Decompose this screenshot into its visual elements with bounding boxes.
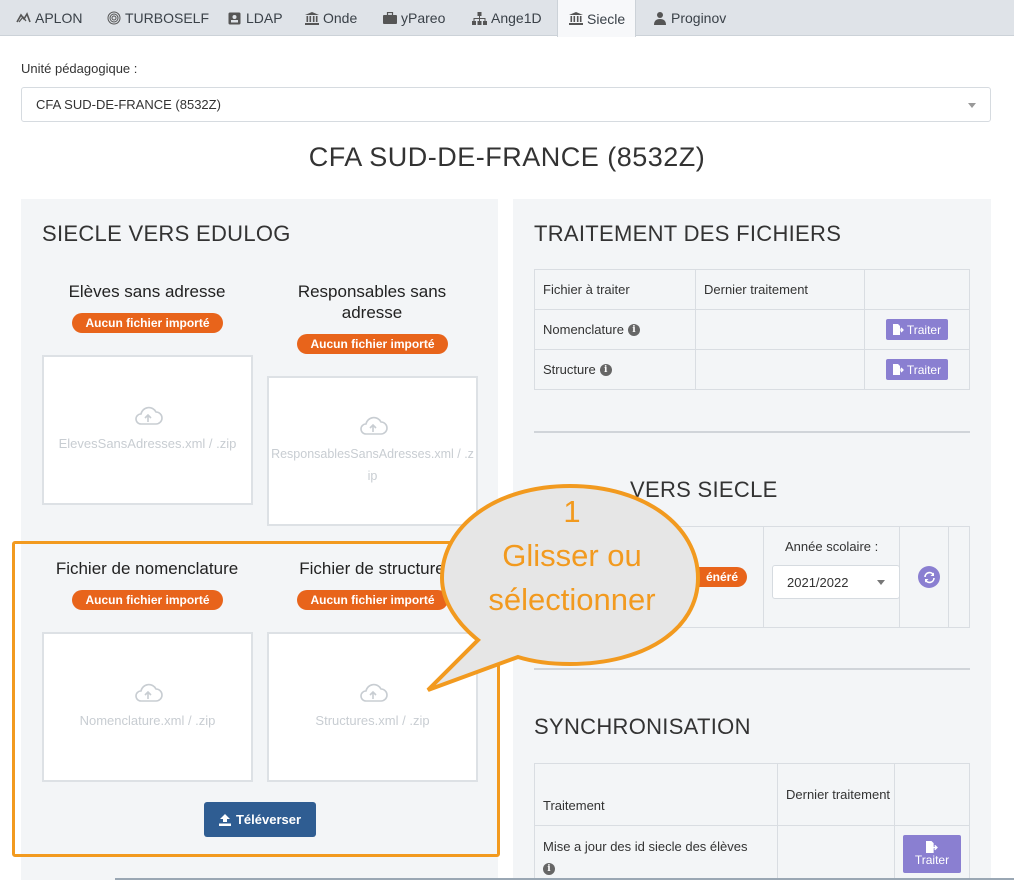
tab-ypareo[interactable]: yPareo: [372, 0, 455, 36]
callout-line1: Glisser ou: [502, 538, 642, 573]
briefcase-icon: [382, 11, 397, 25]
tab-label: Proginov: [671, 10, 727, 26]
tab-label: yPareo: [401, 10, 446, 26]
fingerprint-icon: [106, 11, 121, 25]
table-cell: Traiter: [865, 350, 969, 389]
table-header-row: Fichier à traiter Dernier traitement: [535, 270, 969, 310]
table-cell: [778, 826, 895, 880]
callout-text: 1 Glisser ou sélectionner: [447, 490, 697, 622]
traiter-button[interactable]: Traiter: [886, 319, 948, 340]
chevron-down-icon: [968, 103, 976, 108]
traiter-label: Traiter: [906, 322, 942, 337]
table-cell: Nomenclature i: [535, 310, 696, 349]
institution-icon: [304, 11, 319, 25]
chevron-down-icon: [877, 580, 885, 585]
table-cell: Traiter: [865, 310, 969, 349]
tab-label: Ange1D: [491, 10, 542, 26]
dropzone-text: ElevesSansAdresses.xml / .zip: [58, 436, 237, 451]
table-row: Structure i Traiter: [535, 350, 969, 389]
tab-ange1d[interactable]: Ange1D: [462, 0, 552, 36]
table-cell: [696, 350, 865, 389]
table-header: [865, 270, 969, 309]
table-cell: [696, 310, 865, 349]
tab-label: Siecle: [587, 10, 626, 27]
sitemap-icon: [472, 11, 487, 25]
table-cell: Traiter: [895, 826, 969, 880]
tab-aplon[interactable]: APLON: [6, 0, 92, 36]
table-cell: Mise a jour des id siecle des élèves i: [535, 826, 778, 880]
info-icon[interactable]: i: [627, 323, 640, 336]
tab-label: APLON: [35, 10, 83, 26]
year-label: Année scolaire :: [785, 539, 879, 554]
year-select-value: 2021/2022: [787, 574, 849, 590]
callout-line2: sélectionner: [488, 582, 656, 617]
tab-siecle[interactable]: Siecle: [557, 0, 637, 37]
institution-icon: [568, 12, 583, 26]
column-divider: [763, 527, 764, 627]
traitement-title: TRAITEMENT DES FICHIERS: [534, 221, 842, 246]
module-tabbar: APLON TURBOSELF LDAP Onde yPareo Ange1D: [0, 0, 1014, 37]
status-badge: Aucun fichier importé: [72, 313, 223, 333]
upload-title-responsables: Responsables sans adresse: [297, 282, 447, 322]
traiter-label: Traiter: [906, 362, 942, 377]
table-cell: Structure i: [535, 350, 696, 389]
table-header: Dernier traitement: [696, 270, 865, 309]
status-badge: Aucun fichier importé: [297, 334, 448, 354]
tab-turboself[interactable]: TURBOSELF: [96, 0, 219, 36]
upload-title-eleves: Elèves sans adresse: [68, 282, 226, 301]
table-row: Mise a jour des id siecle des élèves i T…: [535, 826, 969, 880]
file-export-icon: [926, 841, 938, 853]
aplon-icon: [16, 11, 31, 25]
column-divider: [948, 527, 949, 627]
unite-label: Unité pédagogique :: [21, 61, 138, 76]
id-card-icon: [227, 11, 242, 25]
info-icon[interactable]: i: [543, 863, 555, 875]
table-header-row: Traitement Dernier traitement: [535, 764, 969, 826]
unite-select-value: CFA SUD-DE-FRANCE (8532Z): [36, 97, 221, 112]
cloud-upload-icon: [359, 416, 388, 435]
unite-select[interactable]: CFA SUD-DE-FRANCE (8532Z): [21, 87, 991, 122]
file-name: Structure: [543, 362, 596, 377]
tab-onde[interactable]: Onde: [294, 0, 367, 36]
info-icon[interactable]: i: [599, 363, 612, 376]
tab-proginov[interactable]: Proginov: [642, 0, 736, 36]
refresh-button[interactable]: [918, 566, 940, 588]
table-row: Nomenclature i Traiter: [535, 310, 969, 350]
file-export-icon: [892, 364, 904, 375]
traiter-button[interactable]: Traiter: [886, 359, 948, 380]
file-export-icon: [892, 324, 904, 335]
tab-label: LDAP: [246, 10, 283, 26]
traitement-table: Fichier à traiter Dernier traitement Nom…: [534, 269, 970, 390]
table-header: [895, 764, 969, 825]
user-tie-icon: [652, 11, 667, 25]
refresh-icon: [923, 571, 935, 583]
cloud-upload-icon: [134, 406, 163, 425]
year-select[interactable]: 2021/2022: [772, 565, 900, 599]
table-header: Dernier traitement: [778, 764, 895, 825]
dropzone-eleves[interactable]: ElevesSansAdresses.xml / .zip: [42, 355, 253, 505]
page-title: CFA SUD-DE-FRANCE (8532Z): [308, 142, 706, 172]
file-name: Nomenclature: [543, 322, 624, 337]
sync-title: SYNCHRONISATION: [534, 714, 751, 739]
section-divider: [534, 431, 970, 433]
traiter-label: Traiter: [914, 853, 950, 867]
tab-label: Onde: [323, 10, 358, 26]
sync-label: Mise a jour des id siecle des élèves: [543, 839, 748, 854]
callout-number: 1: [563, 494, 581, 529]
table-header: Traitement: [535, 764, 778, 825]
table-header: Fichier à traiter: [535, 270, 696, 309]
tab-ldap[interactable]: LDAP: [217, 0, 293, 36]
left-panel-title: SIECLE VERS EDULOG: [42, 221, 291, 246]
tab-label: TURBOSELF: [125, 10, 210, 26]
traiter-button[interactable]: Traiter: [903, 835, 961, 873]
sync-table: Traitement Dernier traitement Mise a jou…: [534, 763, 970, 880]
